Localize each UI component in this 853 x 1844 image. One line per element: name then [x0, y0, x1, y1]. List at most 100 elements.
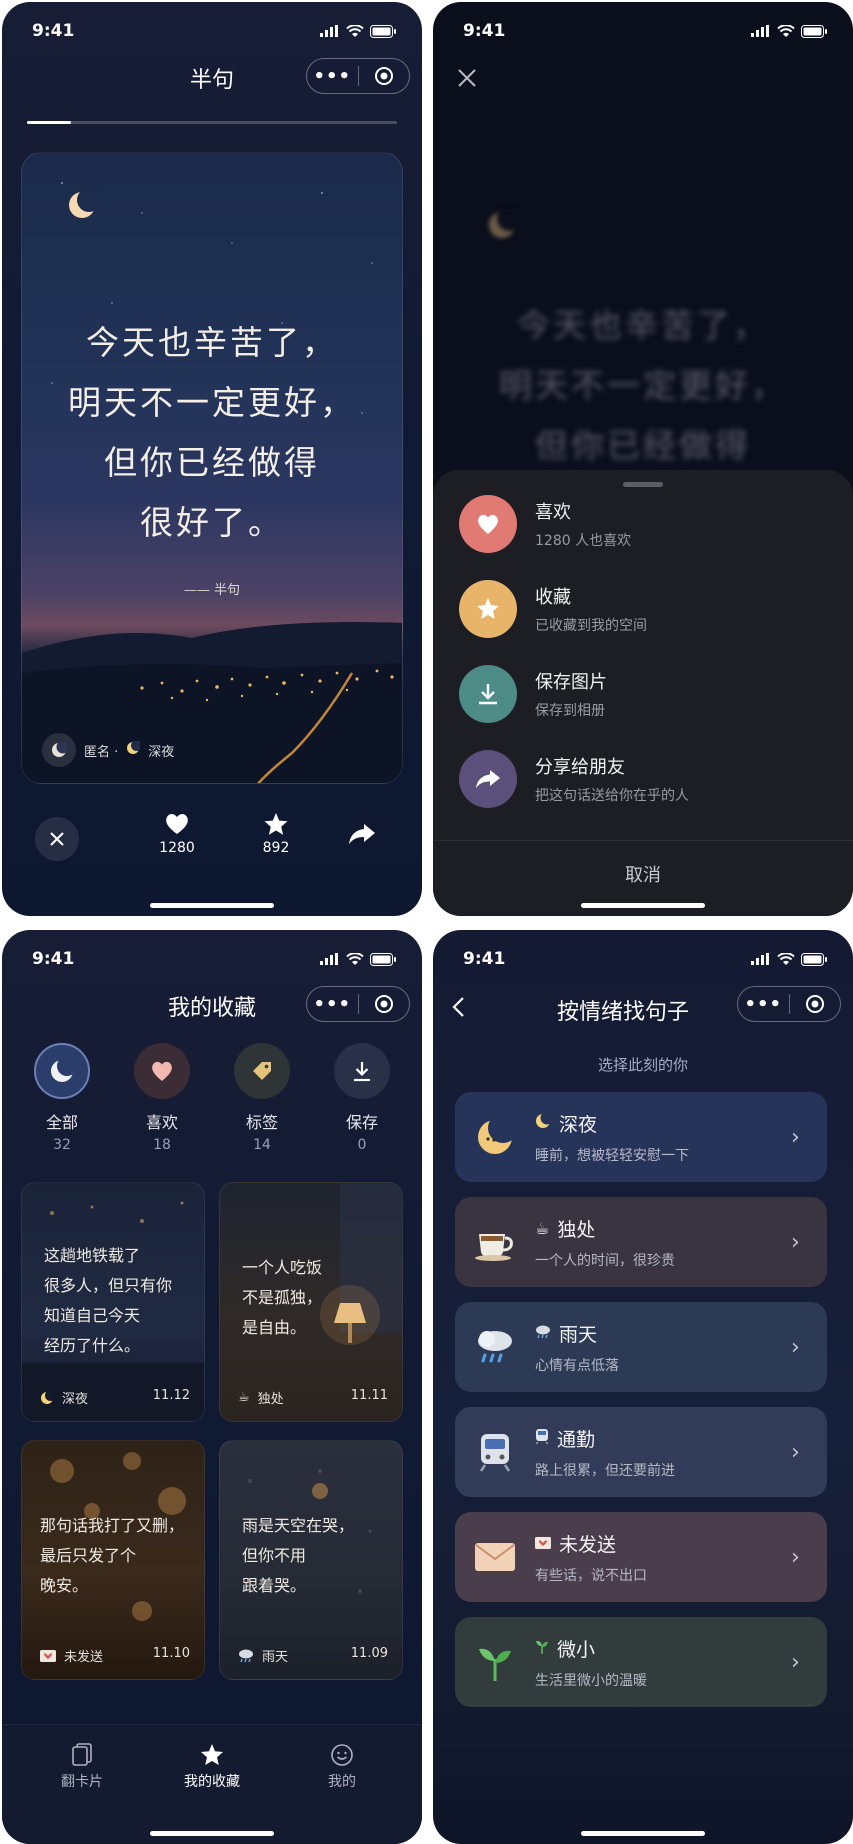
status-icons	[751, 952, 827, 966]
status-icons	[320, 952, 396, 966]
tab-label: 我的	[328, 1774, 356, 1790]
coffee-cup-icon	[455, 1222, 535, 1262]
blurred-moon-icon	[487, 207, 521, 244]
home-indicator	[150, 903, 274, 908]
filter-saved[interactable]: 保存 0	[322, 1043, 402, 1153]
status-time: 9:41	[32, 21, 75, 41]
mood-commute[interactable]: 通勤 路上很累，但还要前进 ›	[455, 1407, 827, 1497]
favorite-count: 892	[262, 840, 290, 856]
favorite-card[interactable]: 这趟地铁载了 很多人，但只有你 知道自己今天 经历了什么。 深夜 11.12	[21, 1182, 205, 1422]
menu-subtitle: 把这句话送给你在乎的人	[535, 788, 689, 804]
coffee-small-icon: ☕	[535, 1218, 550, 1238]
card-footer: ☕ 独处 11.11	[238, 1388, 388, 1407]
mood-desc: 生活里微小的温暖	[535, 1672, 647, 1689]
card-line: 不是孤独，	[242, 1288, 323, 1307]
miniprogram-capsule[interactable]: •••	[306, 986, 410, 1022]
mood-desc: 有些话，说不出口	[535, 1567, 647, 1584]
menu-subtitle: 已收藏到我的空间	[535, 618, 647, 634]
signal-icon	[751, 25, 769, 37]
tab-favorites[interactable]: 我的收藏	[162, 1743, 262, 1791]
mood-alone[interactable]: ☕ 独处 一个人的时间，很珍贵 ›	[455, 1197, 827, 1287]
favorite-card[interactable]: 雨是天空在哭， 但你不用 跟着哭。 雨天 11.09	[219, 1440, 403, 1680]
filter-tags[interactable]: 标签 14	[222, 1043, 302, 1153]
quote-text: 今天也辛苦了， 明天不一定更好， 但你已经做得 很好了。	[22, 313, 402, 553]
card-line: 晚安。	[40, 1576, 89, 1595]
filter-liked[interactable]: 喜欢 18	[122, 1043, 202, 1153]
filter-all[interactable]: 全部 32	[22, 1043, 102, 1153]
mood-select-screen: 9:41 按情绪找句子 ••• 选择此刻的你 深夜 睡前，想被轻轻安慰一下 › ☕…	[433, 930, 853, 1844]
close-icon	[458, 69, 476, 87]
mood-rainy[interactable]: 雨天心情有点低落 ›	[455, 1302, 827, 1392]
status-bar: 9:41	[32, 20, 396, 42]
close-target-icon[interactable]	[358, 66, 409, 86]
quote-card[interactable]: 今天也辛苦了， 明天不一定更好， 但你已经做得 很好了。 —— 半句 匿名 · …	[21, 152, 403, 784]
chevron-right-icon: ›	[791, 1334, 800, 1360]
tab-profile[interactable]: 我的	[292, 1743, 392, 1791]
cancel-button[interactable]: 取消	[433, 840, 853, 900]
card-line: 雨是天空在哭，	[242, 1516, 355, 1535]
heart-icon	[459, 495, 517, 553]
moon-small-icon	[535, 1111, 554, 1133]
tag-icon	[234, 1043, 290, 1099]
rain-cloud-icon	[455, 1327, 535, 1367]
miniprogram-capsule[interactable]: •••	[737, 986, 841, 1022]
signal-icon	[320, 25, 338, 37]
dismiss-button[interactable]	[35, 817, 79, 861]
status-icons	[751, 24, 827, 38]
menu-favorite[interactable]: 收藏 已收藏到我的空间	[459, 577, 833, 641]
menu-share[interactable]: 分享给朋友 把这句话送给你在乎的人	[459, 747, 833, 811]
sprout-icon	[455, 1641, 535, 1683]
favorites-screen: 9:41 我的收藏 ••• 全部 32 喜欢 18 标签 14 保存 0 这趟地…	[2, 930, 422, 1844]
more-icon[interactable]: •••	[307, 994, 358, 1015]
moon-icon	[34, 1043, 90, 1099]
blurred-line: 明天不一定更好，	[499, 366, 787, 405]
miniprogram-capsule[interactable]: •••	[306, 58, 410, 94]
close-target-icon[interactable]	[358, 994, 409, 1014]
more-icon[interactable]: •••	[738, 994, 789, 1015]
card-date: 11.12	[152, 1388, 190, 1403]
rain-cloud-icon	[239, 1649, 253, 1662]
progress-fill	[27, 121, 72, 124]
status-time: 9:41	[463, 949, 506, 969]
mood-unsent[interactable]: 未发送 有些话，说不出口 ›	[455, 1512, 827, 1602]
action-sheet-screen: 9:41 今天也辛苦了， 明天不一定更好， 但你已经做得 喜欢 1280 人也喜欢…	[433, 2, 853, 916]
close-target-icon[interactable]	[789, 994, 840, 1014]
favorite-button[interactable]: 892	[253, 812, 299, 856]
mood-name: 雨天	[559, 1323, 598, 1346]
moon-avatar-icon	[42, 733, 76, 767]
like-button[interactable]: 1280	[154, 812, 200, 856]
favorite-card[interactable]: 一个人吃饭 不是孤独， 是自由。 ☕ 独处 11.11	[219, 1182, 403, 1422]
crescent-moon-icon	[69, 188, 101, 218]
share-button[interactable]	[347, 822, 377, 850]
more-icon[interactable]: •••	[307, 66, 358, 87]
mood-late-night[interactable]: 深夜 睡前，想被轻轻安慰一下 ›	[455, 1092, 827, 1182]
quote-line: 明天不一定更好，	[68, 383, 356, 422]
star-icon	[459, 580, 517, 638]
blurred-line: 今天也辛苦了，	[517, 306, 769, 345]
sheet-handle[interactable]	[623, 482, 663, 487]
menu-save-image[interactable]: 保存图片 保存到相册	[459, 662, 833, 726]
mood-desc: 心情有点低落	[535, 1357, 619, 1374]
chevron-right-icon: ›	[791, 1124, 800, 1150]
mood-small-joys[interactable]: 微小 生活里微小的温暖 ›	[455, 1617, 827, 1707]
card-tag: 深夜	[62, 1392, 89, 1407]
mood-name: 通勤	[557, 1428, 596, 1451]
tab-flip-cards[interactable]: 翻卡片	[32, 1743, 132, 1791]
action-bar: 1280 892	[2, 802, 422, 872]
card-view-screen: 9:41 半句 ••• 今天也辛苦了， 明天不一定更好， 但你已经做得 很好了。…	[2, 2, 422, 916]
battery-icon	[370, 952, 396, 966]
download-icon	[459, 665, 517, 723]
filter-count: 18	[153, 1137, 171, 1153]
menu-like[interactable]: 喜欢 1280 人也喜欢	[459, 492, 833, 556]
card-line: 经历了什么。	[44, 1336, 141, 1355]
quote-line: 今天也辛苦了，	[86, 323, 338, 362]
card-line: 但你不用	[242, 1546, 307, 1565]
favorite-card[interactable]: 那句话我打了又删， 最后只发了个 晚安。 未发送 11.10	[21, 1440, 205, 1680]
tag-label[interactable]: 深夜	[148, 741, 174, 760]
mood-name: 独处	[557, 1218, 596, 1241]
filter-label: 保存	[345, 1113, 378, 1132]
chevron-right-icon: ›	[791, 1439, 800, 1465]
close-button[interactable]	[457, 68, 477, 92]
status-bar: 9:41	[32, 948, 396, 970]
card-date: 11.10	[152, 1646, 190, 1661]
